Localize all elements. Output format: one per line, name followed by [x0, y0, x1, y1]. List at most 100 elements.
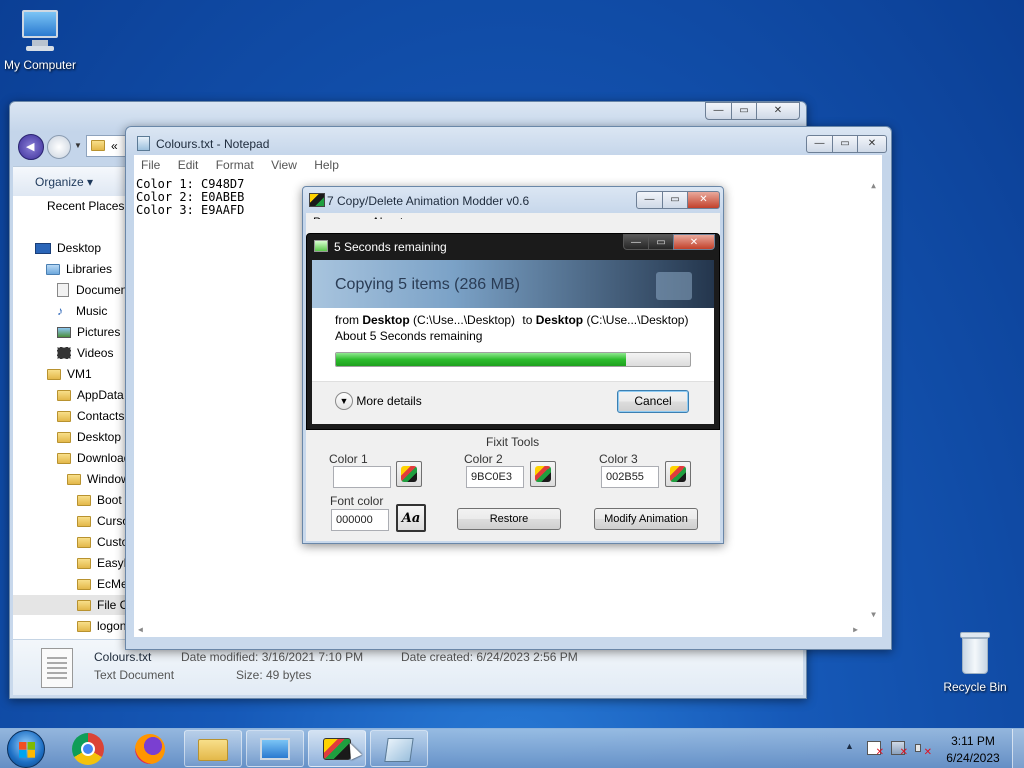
folder-icon [77, 537, 91, 548]
computer-taskbar-button[interactable] [246, 730, 304, 767]
tree-item-contacts[interactable]: Contacts [57, 406, 124, 426]
tree-item-windows[interactable]: Windows [67, 469, 127, 489]
tree-label: EasyB [97, 556, 127, 570]
restore-button[interactable]: Restore [457, 508, 561, 530]
maximize-button[interactable]: ▭ [832, 135, 858, 153]
color1-picker-button[interactable] [396, 461, 422, 487]
menu-view[interactable]: View [271, 158, 297, 172]
close-button[interactable]: ✕ [687, 191, 720, 209]
tree-label: Libraries [66, 262, 113, 276]
explorer-taskbar-button[interactable] [184, 730, 242, 767]
text-file-icon [41, 648, 73, 688]
clock-date[interactable]: 6/24/2023 [938, 751, 1008, 765]
action-center-flag-icon[interactable]: ✕ [867, 741, 884, 758]
copy-heading: Copying 5 items (286 MB) [335, 276, 520, 293]
tree-item-vm1[interactable]: VM1 [47, 364, 92, 384]
tree-item-downloads[interactable]: Downloads [57, 448, 127, 468]
copy-progress-bar [335, 352, 691, 367]
tree-item-music[interactable]: ♪ Music [57, 301, 107, 321]
copy-progress-dialog[interactable]: 5 Seconds remaining — ▭ ✕ Copying 5 item… [306, 233, 720, 430]
to-path: (C:\Use...\Desktop) [586, 313, 689, 327]
from-link[interactable]: Desktop [362, 313, 409, 327]
folder-icon [91, 140, 105, 151]
minimize-button[interactable]: — [636, 191, 663, 209]
font-button[interactable]: Aa [396, 504, 426, 532]
vertical-scrollbar[interactable]: ▲ ▼ [865, 175, 882, 635]
back-button[interactable]: ◀ [18, 134, 44, 160]
show-desktop-button[interactable] [1012, 729, 1024, 768]
address-bar[interactable]: « [86, 135, 126, 157]
notepad-taskbar-button[interactable] [370, 730, 428, 767]
color2-picker-button[interactable] [530, 461, 556, 487]
tree-item-ecme[interactable]: EcMe [77, 574, 127, 594]
menu-file[interactable]: File [141, 158, 160, 172]
color2-input[interactable]: 9BC0E3 [466, 466, 524, 488]
tree-item-boot[interactable]: Boot [77, 490, 122, 510]
my-computer-desktop-icon[interactable]: My Computer [0, 8, 80, 72]
tree-item-desktop-folder[interactable]: Desktop [57, 427, 121, 447]
color1-input[interactable] [333, 466, 391, 488]
color3-picker-button[interactable] [665, 461, 691, 487]
folder-icon [77, 495, 91, 506]
windows-logo-icon [19, 742, 35, 758]
tree-item-logon[interactable]: logon [77, 616, 126, 636]
close-button[interactable]: ✕ [756, 102, 800, 120]
tree-item-cursors[interactable]: Cursors [77, 511, 127, 531]
tree-item-libraries[interactable]: Libraries [46, 259, 112, 279]
modify-animation-button[interactable]: Modify Animation [594, 508, 698, 530]
tree-item-file-c[interactable]: File C [13, 595, 127, 615]
tree-item-videos[interactable]: Videos [57, 343, 113, 363]
modder-caption-buttons: — ▭ ✕ [636, 191, 720, 209]
firefox-taskbar-icon[interactable] [135, 734, 165, 764]
tree-item-desktop[interactable]: Desktop [35, 238, 101, 258]
computer-icon [18, 8, 62, 54]
to-link[interactable]: Desktop [536, 313, 583, 327]
close-button[interactable]: ✕ [857, 135, 887, 153]
tree-item-pictures[interactable]: Pictures [57, 322, 120, 342]
tree-label: Desktop [57, 241, 102, 255]
more-details-toggle[interactable]: ▼ More details [335, 392, 422, 410]
maximize-button[interactable]: ▭ [662, 191, 688, 209]
forward-button[interactable] [47, 135, 71, 159]
minimize-button[interactable]: — [623, 234, 649, 250]
tree-label: Videos [77, 346, 114, 360]
font-color-input[interactable]: 000000 [331, 509, 389, 531]
scroll-left-arrow-icon[interactable]: ◀ [138, 623, 143, 636]
minimize-button[interactable]: — [705, 102, 732, 120]
document-icon [57, 283, 69, 297]
explorer-caption-buttons: — ▭ ✕ [705, 102, 800, 120]
cancel-button[interactable]: Cancel [617, 390, 689, 413]
organize-button[interactable]: Organize ▾ [35, 175, 93, 189]
tree-item-documents[interactable]: Documents [57, 280, 127, 300]
show-hidden-icons-chevron-icon[interactable]: ▲ [845, 741, 854, 751]
maximize-button[interactable]: ▭ [731, 102, 757, 120]
tree-item-custom[interactable]: Custom [77, 532, 127, 552]
recent-pages-dropdown-icon[interactable]: ▼ [74, 141, 82, 150]
network-icon[interactable]: ✕ [891, 741, 908, 758]
scroll-right-arrow-icon[interactable]: ▶ [853, 623, 858, 636]
close-button[interactable]: ✕ [673, 234, 715, 250]
pictures-icon [57, 327, 71, 338]
menu-format[interactable]: Format [216, 158, 254, 172]
tree-item-easyb[interactable]: EasyB [77, 553, 127, 573]
folder-icon [47, 369, 61, 380]
tree-item-recent-places[interactable]: Recent Places [47, 196, 124, 216]
notepad-app-icon [137, 136, 150, 151]
clock-time[interactable]: 3:11 PM [938, 734, 1008, 748]
chrome-taskbar-icon[interactable] [72, 733, 104, 765]
navigation-pane: Recent Places Desktop Libraries Document… [13, 196, 127, 648]
volume-muted-icon[interactable]: ✕ [915, 741, 932, 758]
minimize-button[interactable]: — [806, 135, 833, 153]
tree-item-appdata[interactable]: AppData [57, 385, 124, 405]
scroll-up-arrow-icon[interactable]: ▲ [865, 179, 882, 192]
recycle-bin-desktop-icon[interactable]: Recycle Bin [935, 630, 1015, 694]
menu-edit[interactable]: Edit [178, 158, 199, 172]
horizontal-scrollbar[interactable]: ◀ ▶ [134, 620, 864, 637]
scroll-down-arrow-icon[interactable]: ▼ [865, 608, 882, 621]
menu-help[interactable]: Help [314, 158, 339, 172]
file-size: Size: 49 bytes [236, 668, 312, 682]
fixit-tools-label: Fixit Tools [486, 435, 540, 449]
maximize-button[interactable]: ▭ [648, 234, 674, 250]
start-button[interactable] [7, 730, 45, 768]
color3-input[interactable]: 002B55 [601, 466, 659, 488]
